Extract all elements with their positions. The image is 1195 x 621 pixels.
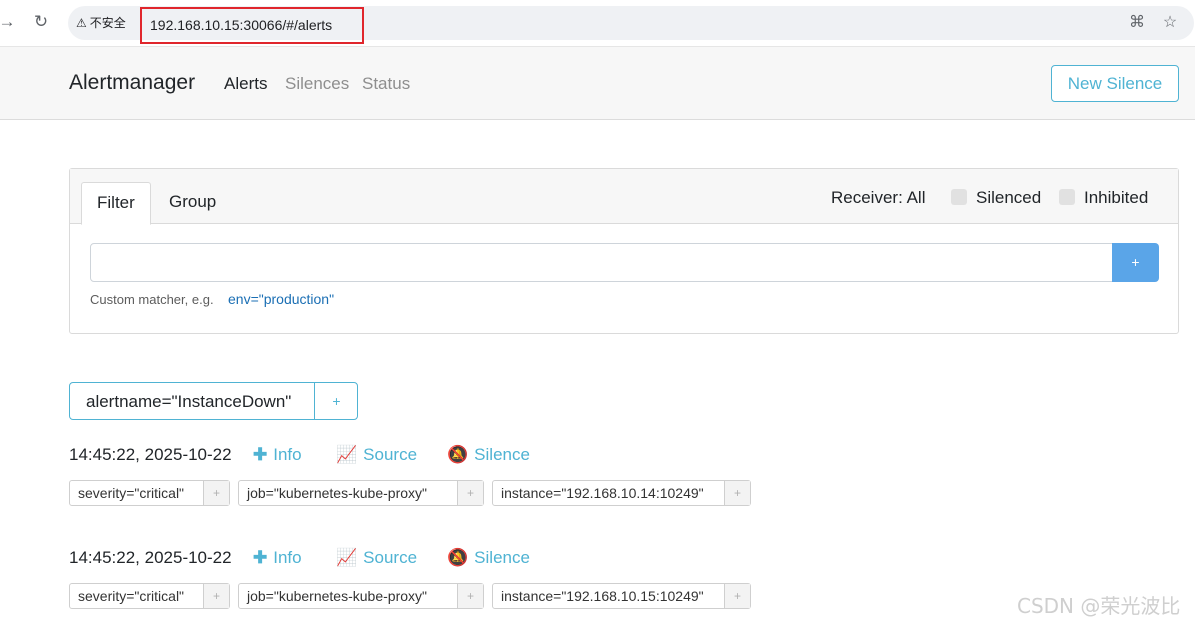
inhibited-label[interactable]: Inhibited	[1084, 188, 1148, 208]
label-add-button[interactable]: +	[203, 584, 229, 608]
group-label: alertname="InstanceDown" +	[69, 382, 358, 420]
silence-button[interactable]: 🔕 Silence	[447, 445, 530, 465]
add-matcher-button[interactable]: +	[1112, 243, 1159, 282]
nav-alerts[interactable]: Alerts	[224, 74, 267, 94]
url-text[interactable]: 192.168.10.15:30066/#/alerts	[150, 17, 332, 33]
label-add-button[interactable]: +	[203, 481, 229, 505]
info-button[interactable]: ✚ Info	[253, 548, 302, 568]
brand-title[interactable]: Alertmanager	[69, 71, 195, 95]
label-add-button[interactable]: +	[457, 584, 483, 608]
matcher-hint: Custom matcher, e.g.	[90, 292, 214, 307]
nav-status[interactable]: Status	[362, 74, 410, 94]
chart-line-icon: 📈	[336, 548, 358, 567]
label-add-button[interactable]: +	[457, 481, 483, 505]
plus-icon: ✚	[253, 445, 268, 464]
label-add-button[interactable]: +	[724, 584, 750, 608]
alert-timestamp: 14:45:22, 2025-10-22	[69, 445, 232, 464]
chart-line-icon: 📈	[336, 445, 358, 464]
source-button[interactable]: 📈 Source	[336, 548, 417, 568]
reload-icon[interactable]: ↻	[30, 11, 52, 33]
warning-icon: ⚠	[76, 16, 87, 30]
plus-icon: ✚	[253, 548, 268, 567]
silenced-label[interactable]: Silenced	[976, 188, 1041, 208]
silenced-checkbox[interactable]	[951, 189, 967, 205]
inhibited-checkbox[interactable]	[1059, 189, 1075, 205]
group-add-button[interactable]: +	[314, 383, 358, 419]
filter-card-header: Filter Group Receiver: All Silenced Inhi…	[70, 169, 1178, 225]
bell-slash-icon: 🔕	[447, 548, 469, 567]
translate-icon[interactable]: ⌘	[1126, 12, 1148, 34]
forward-icon[interactable]: →	[0, 11, 18, 33]
alert-label: severity="critical" +	[69, 480, 230, 506]
tab-group[interactable]: Group	[154, 182, 231, 224]
new-silence-button[interactable]: New Silence	[1051, 65, 1179, 102]
receiver-selector[interactable]: Receiver: All	[831, 188, 925, 208]
matcher-input[interactable]	[90, 243, 1113, 282]
silence-button[interactable]: 🔕 Silence	[447, 548, 530, 568]
alert-label: instance="192.168.10.14:10249" +	[492, 480, 751, 506]
bell-slash-icon: 🔕	[447, 445, 469, 464]
label-add-button[interactable]: +	[724, 481, 750, 505]
alert-timestamp: 14:45:22, 2025-10-22	[69, 548, 232, 567]
source-button[interactable]: 📈 Source	[336, 445, 417, 465]
alert-label: instance="192.168.10.15:10249" +	[492, 583, 751, 609]
url-highlight-box: 192.168.10.15:30066/#/alerts	[140, 7, 364, 44]
matcher-hint-example: env="production"	[228, 291, 335, 307]
info-button[interactable]: ✚ Info	[253, 445, 302, 465]
tab-filter[interactable]: Filter	[81, 182, 151, 225]
alert-label: severity="critical" +	[69, 583, 230, 609]
nav-silences[interactable]: Silences	[285, 74, 349, 94]
group-label-text[interactable]: alertname="InstanceDown"	[86, 392, 291, 412]
alert-label: job="kubernetes-kube-proxy" +	[238, 480, 484, 506]
app-navbar: Alertmanager Alerts Silences Status New …	[0, 46, 1195, 120]
filter-card: Filter Group Receiver: All Silenced Inhi…	[69, 168, 1179, 334]
watermark: CSDN @荣光波比	[1017, 594, 1181, 618]
security-indicator[interactable]: ⚠ 不安全	[76, 13, 126, 33]
address-bar[interactable]: ⚠ 不安全 192.168.10.15:30066/#/alerts ⌘ ☆	[68, 6, 1194, 44]
bookmark-star-icon[interactable]: ☆	[1159, 12, 1181, 34]
browser-toolbar: → ↻ ⚠ 不安全 192.168.10.15:30066/#/alerts ⌘ …	[0, 0, 1195, 46]
alert-label: job="kubernetes-kube-proxy" +	[238, 583, 484, 609]
